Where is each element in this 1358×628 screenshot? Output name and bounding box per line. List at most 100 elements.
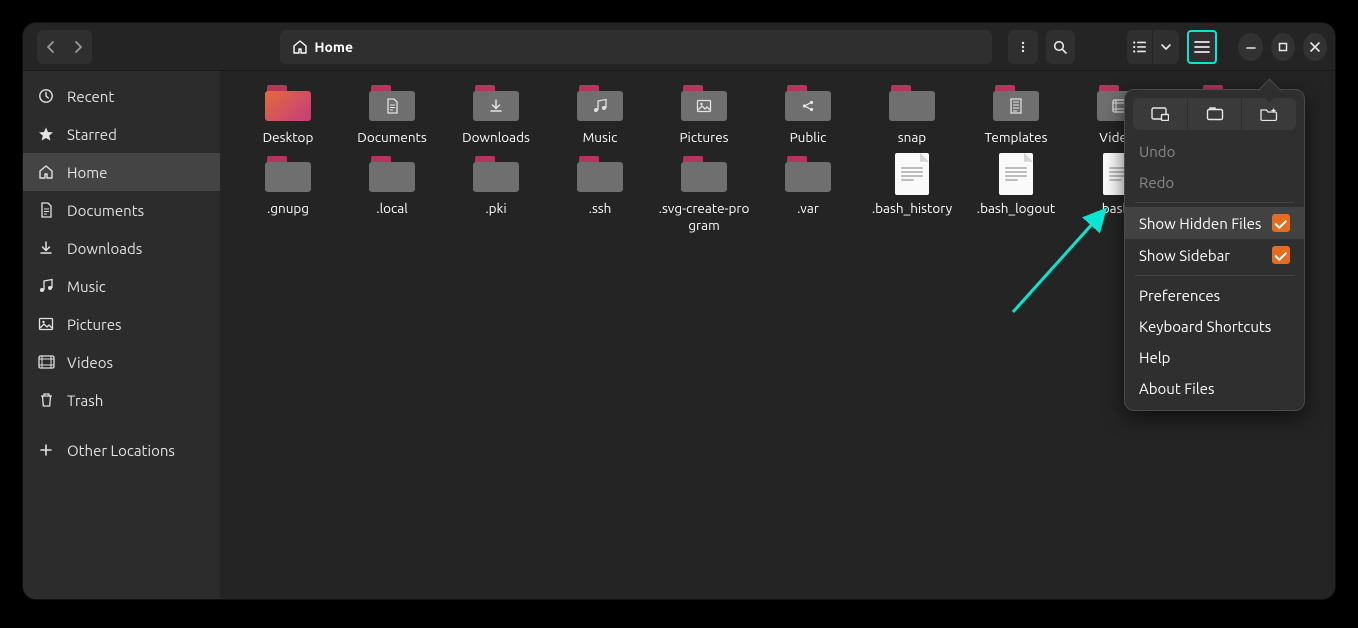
main-menu-button[interactable] bbox=[1187, 30, 1217, 64]
path-location: Home bbox=[292, 39, 353, 55]
folder-icon bbox=[681, 156, 727, 192]
sidebar-item-videos[interactable]: Videos bbox=[23, 343, 220, 381]
file-label: Documents bbox=[357, 129, 426, 146]
sidebar: Recent Starred Home Documents Downloads Music… bbox=[23, 71, 220, 599]
sidebar-item-label: Trash bbox=[67, 392, 103, 409]
folder-icon bbox=[369, 156, 415, 192]
menu-keyboard-shortcuts[interactable]: Keyboard Shortcuts bbox=[1125, 311, 1304, 342]
file-item[interactable]: Desktop bbox=[236, 83, 340, 146]
file-label: .gnupg bbox=[267, 200, 309, 217]
file-item[interactable]: .ssh bbox=[548, 154, 652, 234]
file-item[interactable]: .bash_logout bbox=[964, 154, 1068, 234]
file-item[interactable]: Documents bbox=[340, 83, 444, 146]
menu-separator bbox=[1135, 202, 1294, 203]
clock-icon bbox=[37, 88, 55, 104]
sidebar-item-label: Music bbox=[67, 278, 106, 295]
home-icon bbox=[37, 164, 55, 180]
menu-help[interactable]: Help bbox=[1125, 342, 1304, 373]
folder-icon bbox=[265, 85, 311, 121]
file-label: .var bbox=[797, 200, 819, 217]
view-switcher bbox=[1127, 30, 1179, 64]
menu-redo[interactable]: Redo bbox=[1125, 167, 1304, 198]
file-icon bbox=[895, 153, 929, 195]
menu-show-sidebar[interactable]: Show Sidebar bbox=[1125, 239, 1304, 271]
folder-icon bbox=[993, 85, 1039, 121]
search-button[interactable] bbox=[1046, 30, 1075, 64]
sidebar-other-locations[interactable]: Other Locations bbox=[23, 431, 220, 469]
file-item[interactable]: snap bbox=[860, 83, 964, 146]
file-item[interactable]: .local bbox=[340, 154, 444, 234]
checkbox-checked-icon bbox=[1272, 246, 1290, 264]
hamburger-icon bbox=[1194, 40, 1210, 54]
pic-icon bbox=[37, 316, 55, 332]
file-item[interactable]: Music bbox=[548, 83, 652, 146]
sidebar-item-label: Documents bbox=[67, 202, 144, 219]
file-item[interactable]: Downloads bbox=[444, 83, 548, 146]
menu-undo[interactable]: Undo bbox=[1125, 136, 1304, 167]
file-item[interactable]: .gnupg bbox=[236, 154, 340, 234]
sidebar-item-trash[interactable]: Trash bbox=[23, 381, 220, 419]
sidebar-item-home[interactable]: Home bbox=[23, 153, 220, 191]
video-icon bbox=[37, 355, 55, 369]
file-item[interactable]: Templates bbox=[964, 83, 1068, 146]
sidebar-item-label: Other Locations bbox=[67, 442, 175, 459]
file-label: Desktop bbox=[263, 129, 314, 146]
sidebar-item-downloads[interactable]: Downloads bbox=[23, 229, 220, 267]
folder-icon bbox=[473, 156, 519, 192]
file-item[interactable]: Pictures bbox=[652, 83, 756, 146]
file-label: Downloads bbox=[462, 129, 530, 146]
file-item[interactable]: .var bbox=[756, 154, 860, 234]
new-tab-button[interactable] bbox=[1188, 98, 1243, 130]
sidebar-item-label: Downloads bbox=[67, 240, 142, 257]
back-button[interactable] bbox=[37, 30, 65, 64]
new-window-button[interactable] bbox=[1133, 98, 1188, 130]
file-item[interactable]: Public bbox=[756, 83, 860, 146]
file-label: Pictures bbox=[679, 129, 728, 146]
file-item[interactable]: .pki bbox=[444, 154, 548, 234]
sidebar-item-starred[interactable]: Starred bbox=[23, 115, 220, 153]
menu-about[interactable]: About Files bbox=[1125, 373, 1304, 404]
file-label: Templates bbox=[985, 129, 1048, 146]
file-label: Music bbox=[583, 129, 618, 146]
sidebar-item-recent[interactable]: Recent bbox=[23, 77, 220, 115]
nav-history-group bbox=[37, 30, 92, 64]
folder-icon bbox=[577, 85, 623, 121]
main-menu-popover: Undo Redo Show Hidden Files Show Sidebar… bbox=[1124, 89, 1305, 411]
maximize-button[interactable] bbox=[1271, 33, 1295, 61]
folder-icon bbox=[785, 85, 831, 121]
folder-icon bbox=[577, 156, 623, 192]
window-action-group bbox=[1133, 98, 1296, 130]
folder-icon bbox=[785, 156, 831, 192]
file-item[interactable]: .svg-create-program bbox=[652, 154, 756, 234]
forward-button[interactable] bbox=[65, 30, 93, 64]
menu-show-hidden-files[interactable]: Show Hidden Files bbox=[1125, 207, 1304, 239]
path-bar[interactable]: Home bbox=[280, 30, 992, 64]
file-item[interactable]: .bash_history bbox=[860, 154, 964, 234]
folder-icon bbox=[265, 156, 311, 192]
new-folder-button[interactable] bbox=[1242, 98, 1296, 130]
sidebar-item-label: Home bbox=[67, 164, 107, 181]
file-label: .svg-create-program bbox=[656, 200, 752, 234]
sidebar-item-label: Recent bbox=[67, 88, 114, 105]
sidebar-item-music[interactable]: Music bbox=[23, 267, 220, 305]
sidebar-item-label: Videos bbox=[67, 354, 113, 371]
folder-icon bbox=[473, 85, 519, 121]
file-label: .local bbox=[376, 200, 407, 217]
close-button[interactable] bbox=[1303, 33, 1327, 61]
file-manager-window: Home bbox=[22, 22, 1336, 600]
music-icon bbox=[37, 278, 55, 294]
view-options-button[interactable] bbox=[1153, 30, 1179, 64]
doc-icon bbox=[37, 202, 55, 218]
file-icon bbox=[999, 153, 1033, 195]
file-label: Public bbox=[790, 129, 827, 146]
trash-icon bbox=[37, 392, 55, 408]
file-label: .pki bbox=[485, 200, 506, 217]
sidebar-item-pictures[interactable]: Pictures bbox=[23, 305, 220, 343]
sidebar-item-label: Starred bbox=[67, 126, 117, 143]
menu-preferences[interactable]: Preferences bbox=[1125, 280, 1304, 311]
minimize-button[interactable] bbox=[1238, 33, 1262, 61]
list-view-button[interactable] bbox=[1127, 30, 1153, 64]
file-label: .bash_logout bbox=[977, 200, 1055, 217]
sidebar-item-documents[interactable]: Documents bbox=[23, 191, 220, 229]
kebab-menu-button[interactable] bbox=[1008, 30, 1037, 64]
